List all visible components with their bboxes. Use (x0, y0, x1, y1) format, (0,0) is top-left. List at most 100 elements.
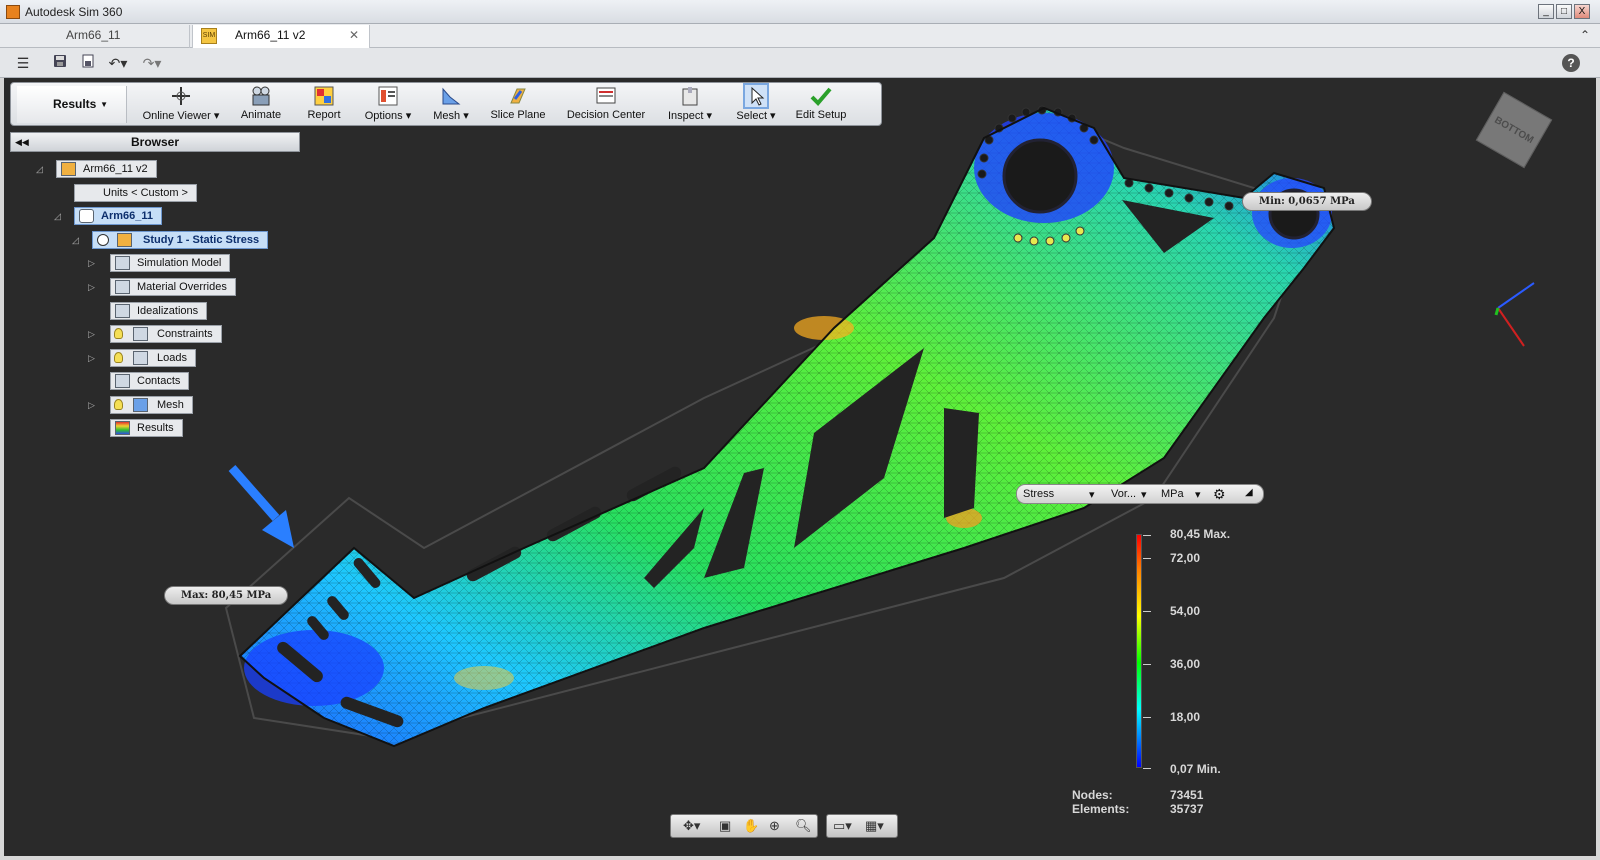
decision-center-icon (596, 87, 616, 104)
zoom-fit-icon[interactable]: 🔍︎ (795, 818, 812, 834)
expand-toggle-icon[interactable]: ▷ (88, 329, 95, 340)
tab-label: Arm66_11 v2 (235, 28, 306, 42)
tree-node-units[interactable]: Units < Custom > (74, 184, 197, 202)
tree-node-loads[interactable]: Loads (110, 349, 196, 367)
expand-toggle-icon[interactable]: ▷ (88, 400, 95, 411)
tree-node-simulation-model[interactable]: Simulation Model (110, 254, 231, 272)
animate-icon (252, 86, 270, 106)
tab-arm66-11-v2[interactable]: SIM Arm66_11 v2 ✕ (192, 25, 370, 48)
idealizations-icon (115, 304, 130, 318)
active-radio-icon[interactable] (97, 234, 109, 246)
undo-icon[interactable]: ↶▾ (104, 54, 132, 72)
edit-setup-button[interactable]: Edit Setup (793, 85, 849, 125)
load-arrow-icon (228, 465, 294, 548)
mesh-icon (442, 87, 461, 105)
results-icon (115, 421, 130, 435)
result-unit-dropdown[interactable]: MPa (1161, 488, 1184, 500)
online-viewer-button[interactable]: Online Viewer ▾ (141, 85, 221, 125)
results-tab-label: Results (53, 97, 97, 111)
part-icon (79, 209, 94, 223)
collapse-toggle-icon[interactable]: ◿ (36, 164, 43, 175)
slice-plane-label: Slice Plane (490, 109, 546, 121)
inspect-label: Inspect (667, 110, 704, 122)
visibility-bulb-icon[interactable] (114, 352, 123, 363)
assembly-icon (61, 162, 76, 176)
online-viewer-icon (172, 87, 190, 105)
visibility-bulb-icon[interactable] (114, 399, 123, 410)
gear-icon[interactable]: ⚙ (1213, 486, 1226, 503)
legend-tick (1143, 535, 1151, 536)
stress-legend-bar (1136, 534, 1142, 768)
maximize-button[interactable]: □ (1556, 4, 1572, 19)
select-label: Select (736, 110, 767, 122)
result-component-dropdown[interactable]: Vor... (1111, 488, 1136, 500)
chevron-down-icon[interactable]: ▾ (1141, 488, 1147, 501)
constraints-icon (133, 327, 148, 341)
tree-node-study-1[interactable]: Study 1 - Static Stress (92, 231, 269, 249)
right-edge-scrollbar[interactable] (1596, 78, 1600, 856)
chevron-down-icon[interactable]: ▾ (1089, 488, 1095, 501)
animate-label: Animate (240, 109, 282, 121)
mesh-button[interactable]: Mesh ▾ (429, 85, 473, 125)
quick-access-toolbar: ☰ ↶▾ ↷▾ ? (0, 48, 1600, 78)
results-tab[interactable]: Results ▼ (17, 86, 127, 123)
expand-toggle-icon[interactable]: ▷ (88, 353, 95, 364)
help-icon[interactable]: ? (1562, 54, 1580, 72)
inspect-button[interactable]: Inspect ▾ (665, 85, 715, 125)
tab-list-chevron-icon[interactable]: ⌃ (1580, 28, 1590, 42)
tree-node-arm66-11[interactable]: Arm66_11 (74, 207, 162, 225)
select-button[interactable]: Select ▾ (735, 83, 777, 125)
expand-panel-icon[interactable]: ◢ (1245, 487, 1253, 498)
tree-node-arm66-11-v2[interactable]: Arm66_11 v2 (56, 160, 157, 178)
orbit-icon[interactable]: ✥▾ (683, 818, 700, 834)
tree-label: Results (137, 422, 174, 434)
tree-label: Loads (157, 352, 187, 364)
zoom-icon[interactable]: ⊕ (769, 818, 780, 834)
report-button[interactable]: Report (303, 85, 345, 125)
window-title: Autodesk Sim 360 (25, 5, 123, 19)
tree-label: Constraints (157, 328, 213, 340)
minimize-button[interactable]: _ (1538, 4, 1554, 19)
tree-node-material-overrides[interactable]: Material Overrides (110, 278, 236, 296)
close-tab-icon[interactable]: ✕ (349, 25, 359, 46)
axis-triad-icon (1494, 282, 1535, 347)
tree-node-mesh[interactable]: Mesh (110, 396, 193, 414)
decision-center-button[interactable]: Decision Center (565, 85, 647, 125)
chevron-down-icon[interactable]: ▾ (1195, 488, 1201, 501)
close-window-button[interactable]: X (1574, 4, 1590, 19)
edit-setup-label: Edit Setup (795, 109, 847, 121)
tree-node-contacts[interactable]: Contacts (110, 372, 190, 390)
tree-label: Contacts (137, 375, 181, 387)
results-ribbon: Results ▼ Online Viewer ▾ Animate Report… (10, 82, 882, 126)
save-as-icon[interactable] (80, 54, 96, 72)
chevron-down-icon: ▼ (100, 100, 108, 109)
menu-icon[interactable]: ☰ (14, 54, 32, 72)
elements-label: Elements: (1072, 802, 1130, 816)
min-stress-probe[interactable]: Min: 0,0657 MPa (1242, 192, 1372, 211)
grid-icon[interactable]: ▦▾ (865, 818, 884, 834)
tree-node-results[interactable]: Results (110, 419, 183, 437)
redo-icon[interactable]: ↷▾ (138, 54, 166, 72)
expand-toggle-icon[interactable]: ▷ (88, 282, 95, 293)
options-button[interactable]: Options ▾ (363, 85, 413, 125)
tree-label: Units < Custom > (103, 187, 188, 199)
collapse-browser-icon[interactable]: ◀◀ (15, 133, 29, 151)
tab-arm66-11[interactable]: Arm66_11 (0, 25, 190, 48)
report-icon (314, 86, 334, 106)
pan-hand-icon[interactable]: ✋ (743, 818, 759, 834)
animate-button[interactable]: Animate (237, 85, 285, 125)
sim-file-icon: SIM (201, 27, 217, 44)
tree-node-idealizations[interactable]: Idealizations (110, 302, 208, 320)
display-settings-icon[interactable]: ▭▾ (833, 818, 852, 834)
graphics-viewport[interactable]: Results ▼ Online Viewer ▾ Animate Report… (4, 78, 1596, 856)
max-stress-probe[interactable]: Max: 80,45 MPa (164, 586, 289, 605)
collapse-toggle-icon[interactable]: ◿ (72, 235, 79, 246)
save-icon[interactable] (52, 54, 68, 72)
tree-node-constraints[interactable]: Constraints (110, 325, 222, 343)
result-type-dropdown[interactable]: Stress (1023, 488, 1054, 500)
visibility-bulb-icon[interactable] (114, 328, 123, 339)
expand-toggle-icon[interactable]: ▷ (88, 258, 95, 269)
slice-plane-button[interactable]: Slice Plane (489, 85, 547, 125)
look-at-icon[interactable]: ▣ (719, 818, 731, 834)
collapse-toggle-icon[interactable]: ◿ (54, 211, 61, 222)
